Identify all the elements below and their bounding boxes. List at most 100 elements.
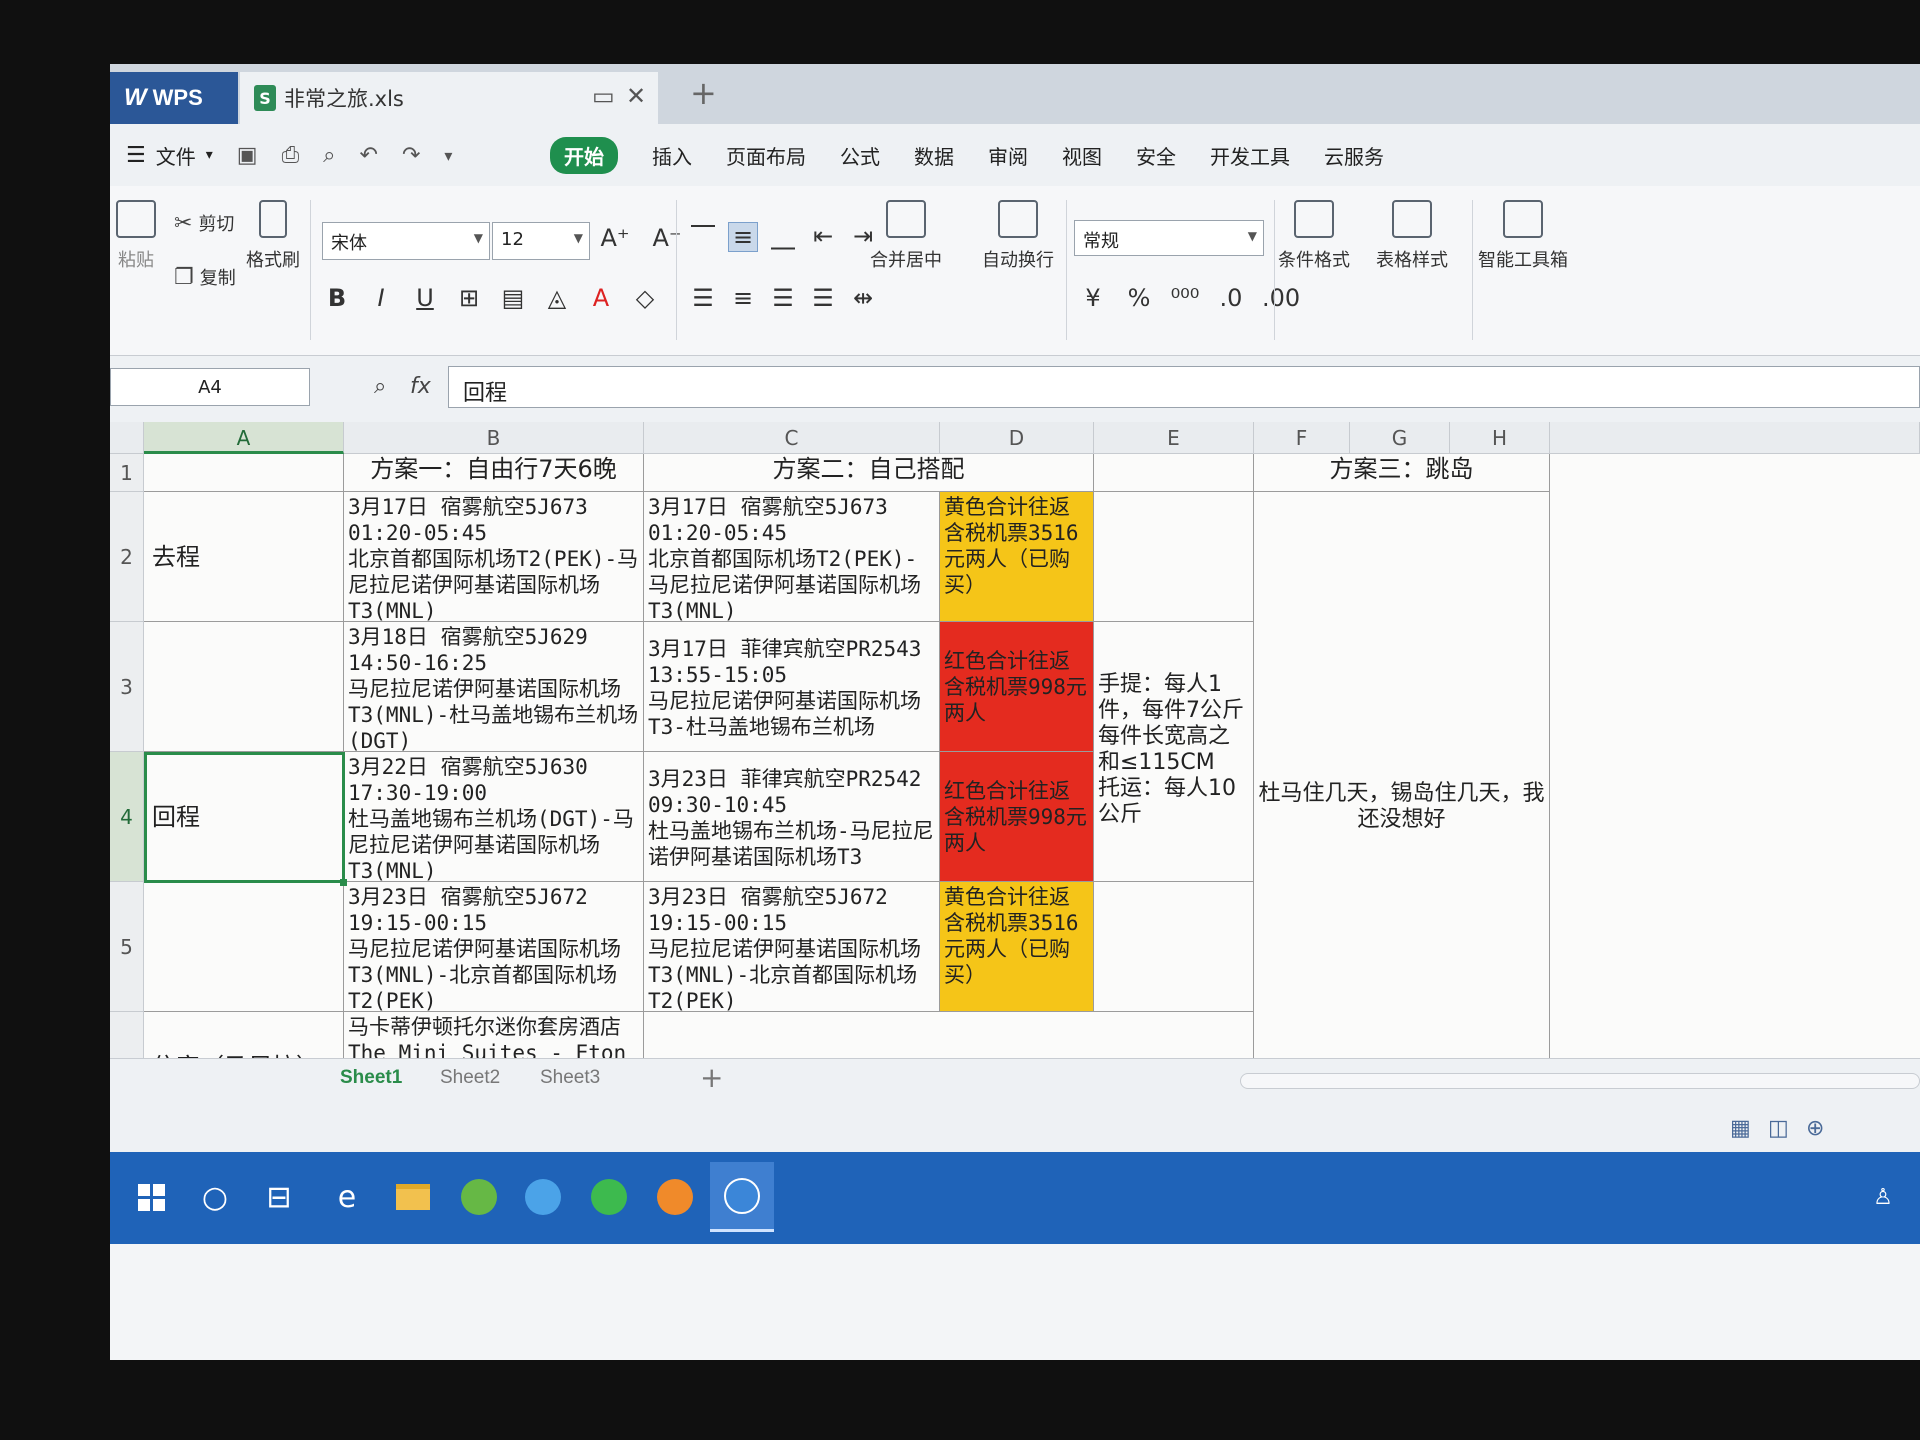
menu-security[interactable]: 安全 <box>1136 141 1176 170</box>
save-icon[interactable]: ▣ <box>237 143 258 168</box>
align-left-icon[interactable]: ☰ <box>688 284 718 312</box>
cell-a1[interactable] <box>144 454 344 492</box>
grow-font-icon[interactable]: A⁺ <box>600 224 630 252</box>
cell-a4[interactable]: 回程 <box>144 752 344 882</box>
cell-style-icon[interactable]: ▤ <box>498 284 528 312</box>
cell-c2[interactable]: 3月17日 宿雾航空5J673 01:20-05:45 北京首都国际机场T2(P… <box>644 492 940 622</box>
table-style-button[interactable]: 表格样式 <box>1376 200 1448 272</box>
align-middle-icon[interactable]: ≡ <box>728 222 758 252</box>
sheet-tab-2[interactable]: Sheet2 <box>440 1067 500 1089</box>
column-header-h[interactable]: H <box>1450 422 1550 454</box>
cell-a6[interactable]: 住宿（马尼拉） <box>144 1012 344 1058</box>
task-view-icon[interactable]: ⊟ <box>256 1174 302 1220</box>
cell-c5[interactable]: 3月23日 宿雾航空5J672 19:15-00:15 马尼拉尼诺伊阿基诺国际机… <box>644 882 940 1012</box>
select-all-corner[interactable] <box>110 422 144 454</box>
percent-icon[interactable]: % <box>1124 284 1154 312</box>
menu-home[interactable]: 开始 <box>550 136 618 174</box>
new-tab-icon[interactable]: + <box>690 74 717 112</box>
horizontal-scrollbar[interactable] <box>1240 1073 1920 1089</box>
menu-data[interactable]: 数据 <box>914 141 954 170</box>
cell-f2-merged[interactable]: 杜马住几天，锡岛住几天，我还没想好 <box>1254 492 1550 1058</box>
add-sheet-icon[interactable]: + <box>700 1061 723 1094</box>
search-circle-icon[interactable]: ○ <box>192 1174 238 1220</box>
page-layout-view-icon[interactable]: ⊕ <box>1806 1116 1824 1141</box>
cut-button[interactable]: ✂ 剪切 <box>174 210 234 236</box>
print-preview-icon[interactable]: ⌕ <box>323 143 335 168</box>
column-header-e[interactable]: E <box>1094 422 1254 454</box>
cell-a2[interactable]: 去程 <box>144 492 344 622</box>
row-header-4[interactable]: 4 <box>110 752 144 882</box>
cell-e2[interactable] <box>1094 492 1254 622</box>
thousands-icon[interactable]: ⁰⁰⁰ <box>1170 284 1200 312</box>
cell-b1[interactable]: 方案一：自由行7天6晚 <box>344 454 644 492</box>
sheet-tab-3[interactable]: Sheet3 <box>540 1067 600 1089</box>
align-top-icon[interactable]: ⎺ <box>688 222 718 252</box>
formula-input[interactable]: 回程 <box>448 366 1920 408</box>
undo-icon[interactable]: ↶ <box>360 143 378 168</box>
cell-c1[interactable]: 方案二：自己搭配 <box>644 454 1094 492</box>
sheet-tab-1[interactable]: Sheet1 <box>340 1067 402 1089</box>
function-icon[interactable]: fx <box>410 374 431 399</box>
row-header-6[interactable]: 6 <box>110 1012 144 1058</box>
edge-browser-icon[interactable]: e <box>324 1174 370 1220</box>
underline-icon[interactable]: U <box>410 284 440 312</box>
file-explorer-icon[interactable] <box>390 1174 436 1220</box>
file-menu[interactable]: 文件 <box>156 141 196 170</box>
name-box[interactable]: A4 <box>110 368 310 406</box>
font-name-select[interactable]: 宋体 ▼ <box>322 222 490 260</box>
align-bottom-icon[interactable]: ⎽ <box>768 222 798 252</box>
search-icon[interactable]: ⌕ <box>374 374 386 399</box>
windows-start-icon[interactable] <box>128 1174 174 1220</box>
cell-e1[interactable] <box>1094 454 1254 492</box>
font-size-select[interactable]: 12 ▼ <box>492 222 590 260</box>
close-tab-icon[interactable]: ✕ <box>626 82 646 110</box>
conditional-format-button[interactable]: 条件格式 <box>1278 200 1350 272</box>
column-header-d[interactable]: D <box>940 422 1094 454</box>
cell-d3[interactable]: 红色合计往返含税机票998元两人 <box>940 622 1094 752</box>
row-header-1[interactable]: 1 <box>110 454 144 492</box>
normal-view-icon[interactable]: ▦ <box>1730 1116 1751 1141</box>
menu-page-layout[interactable]: 页面布局 <box>726 141 806 170</box>
column-header-b[interactable]: B <box>344 422 644 454</box>
wps-taskbar-icon[interactable] <box>710 1162 774 1232</box>
window-mode-icon[interactable]: ▭ <box>592 82 615 110</box>
menu-insert[interactable]: 插入 <box>652 141 692 170</box>
cell-b5[interactable]: 3月23日 宿雾航空5J672 19:15-00:15 马尼拉尼诺伊阿基诺国际机… <box>344 882 644 1012</box>
cell-d2[interactable]: 黄色合计往返含税机票3516元两人（已购买） <box>940 492 1094 622</box>
row-header-3[interactable]: 3 <box>110 622 144 752</box>
cell-c3[interactable]: 3月17日 菲律宾航空PR2543 13:55-15:05 马尼拉尼诺伊阿基诺国… <box>644 622 940 752</box>
column-header-c[interactable]: C <box>644 422 940 454</box>
justify-icon[interactable]: ☰ <box>808 284 838 312</box>
menu-view[interactable]: 视图 <box>1062 141 1102 170</box>
increase-decimal-icon[interactable]: .0 <box>1216 284 1246 312</box>
paste-button[interactable]: 粘贴 <box>116 200 156 272</box>
cell-a5[interactable] <box>144 882 344 1012</box>
currency-icon[interactable]: ¥ <box>1078 284 1108 312</box>
italic-icon[interactable]: I <box>366 284 396 312</box>
fill-handle[interactable] <box>340 879 347 886</box>
chevron-down-icon[interactable]: ▾ <box>206 147 213 163</box>
row-header-5[interactable]: 5 <box>110 882 144 1012</box>
smart-toolbox-button[interactable]: 智能工具箱 <box>1478 200 1568 272</box>
wps-home-tab[interactable]: W WPS <box>110 72 238 124</box>
number-format-select[interactable]: 常规 ▼ <box>1074 220 1264 256</box>
cell-c6[interactable] <box>644 1012 1254 1058</box>
cell-b6[interactable]: 马卡蒂伊顿托尔迷你套房酒店 The Mini Suites - Eton Tow… <box>344 1012 644 1058</box>
print-icon[interactable]: ⎙ <box>282 143 300 168</box>
clear-icon[interactable]: ◇ <box>630 284 660 312</box>
copy-button[interactable]: ❐ 复制 <box>174 264 236 290</box>
row-header-2[interactable]: 2 <box>110 492 144 622</box>
wechat-icon[interactable] <box>586 1174 632 1220</box>
cell-b3[interactable]: 3月18日 宿雾航空5J629 14:50-16:25 马尼拉尼诺伊阿基诺国际机… <box>344 622 644 752</box>
shrink-font-icon[interactable]: A⁻ <box>652 224 682 252</box>
cell-c4[interactable]: 3月23日 菲律宾航空PR2542 09:30-10:45 杜马盖地锡布兰机场-… <box>644 752 940 882</box>
column-header-g[interactable]: G <box>1350 422 1450 454</box>
menu-cloud[interactable]: 云服务 <box>1324 141 1384 170</box>
cell-b2[interactable]: 3月17日 宿雾航空5J673 01:20-05:45 北京首都国际机场T2(P… <box>344 492 644 622</box>
firefox-icon[interactable] <box>652 1174 698 1220</box>
page-break-view-icon[interactable]: ◫ <box>1768 1116 1789 1141</box>
align-center-icon[interactable]: ≡ <box>728 284 758 312</box>
merge-center-button[interactable]: 合并居中 <box>870 200 942 272</box>
decrease-decimal-icon[interactable]: .00 <box>1262 284 1300 312</box>
border-icon[interactable]: ⊞ <box>454 284 484 312</box>
